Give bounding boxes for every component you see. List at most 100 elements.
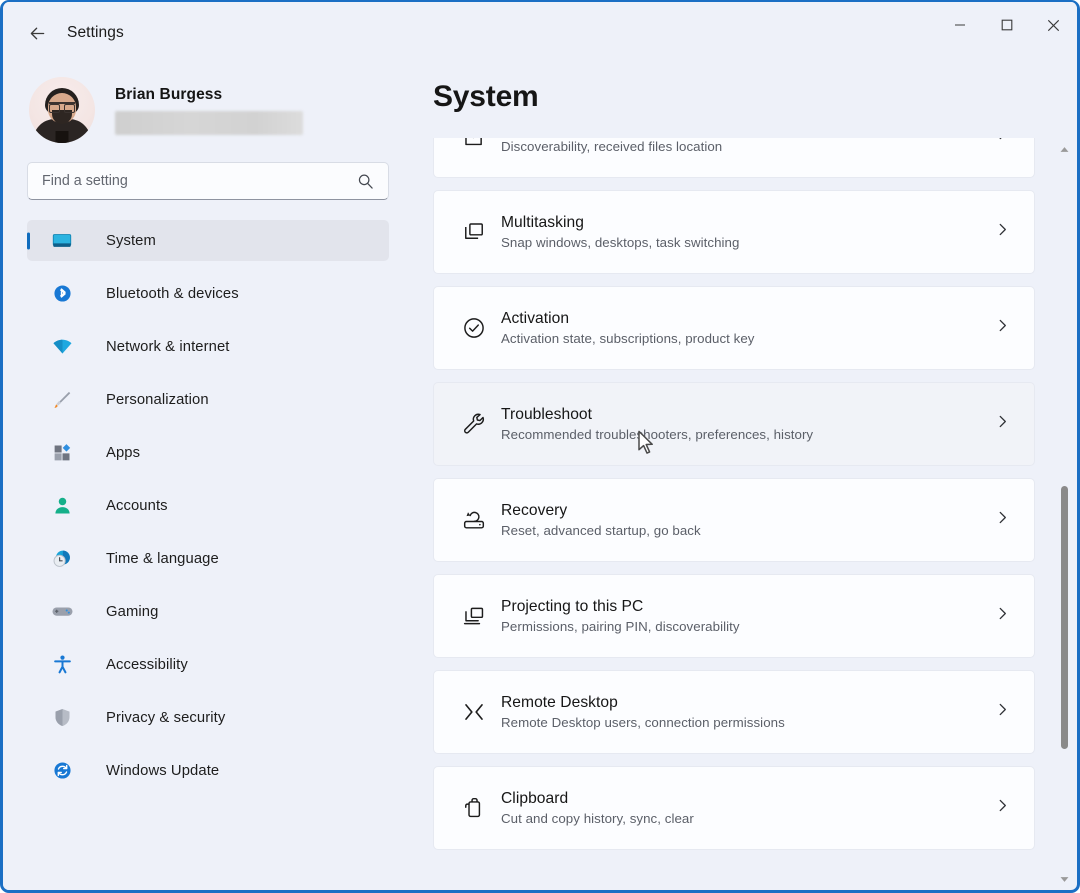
project-screen-icon — [461, 603, 495, 629]
accessibility-icon — [50, 654, 74, 675]
sidebar-item-label: Accounts — [106, 497, 168, 514]
sidebar-item-bluetooth-devices[interactable]: Bluetooth & devices — [27, 273, 389, 314]
sidebar-item-label: System — [106, 232, 156, 249]
chevron-right-icon — [995, 510, 1010, 530]
chevron-right-icon — [995, 702, 1010, 722]
sidebar-item-label: Network & internet — [106, 338, 230, 355]
arrow-left-icon — [30, 27, 44, 39]
remote-desktop-icon — [461, 699, 495, 725]
card-title: Clipboard — [501, 790, 569, 807]
card-description: Snap windows, desktops, task switching — [501, 235, 740, 250]
recovery-drive-icon — [461, 507, 495, 533]
page-title: System — [433, 80, 539, 113]
card-title: Projecting to this PC — [501, 598, 644, 615]
shield-icon — [50, 707, 74, 728]
chevron-right-icon — [995, 318, 1010, 338]
chevron-right-icon — [995, 138, 1010, 146]
check-circle-icon — [461, 315, 495, 341]
title-bar: Settings — [3, 2, 1077, 64]
settings-card-nearby-sharing[interactable]: Nearby sharing Discoverability, received… — [433, 138, 1035, 178]
scrollbar-track[interactable] — [1056, 158, 1073, 870]
scroll-up-button[interactable] — [1060, 140, 1069, 158]
sidebar-item-label: Gaming — [106, 603, 159, 620]
search-box[interactable] — [27, 162, 389, 200]
caret-up-icon — [1060, 146, 1069, 152]
scrollbar-thumb[interactable] — [1061, 485, 1068, 749]
sidebar-item-label: Accessibility — [106, 656, 188, 673]
back-button[interactable] — [17, 13, 57, 53]
card-description: Reset, advanced startup, go back — [501, 523, 701, 538]
settings-card-clipboard[interactable]: Clipboard Cut and copy history, sync, cl… — [433, 766, 1035, 850]
profile-email-redacted — [115, 110, 303, 135]
profile-section[interactable]: Brian Burgess — [27, 64, 389, 156]
sidebar-nav: System Bluetooth & devices Network & int… — [27, 220, 389, 791]
person-icon — [50, 495, 74, 516]
paintbrush-icon — [50, 389, 74, 411]
settings-card-activation[interactable]: Activation Activation state, subscriptio… — [433, 286, 1035, 370]
avatar — [29, 77, 95, 143]
chevron-right-icon — [995, 414, 1010, 434]
settings-list: Nearby sharing Discoverability, received… — [433, 138, 1035, 862]
sidebar-item-network-internet[interactable]: Network & internet — [27, 326, 389, 367]
settings-card-projecting-to-this-pc[interactable]: Projecting to this PC Permissions, pairi… — [433, 574, 1035, 658]
sidebar-item-accessibility[interactable]: Accessibility — [27, 644, 389, 685]
card-description: Discoverability, received files location — [501, 139, 723, 154]
window-title: Settings — [67, 24, 124, 41]
chevron-right-icon — [995, 798, 1010, 818]
search-icon — [357, 173, 374, 190]
card-title: Troubleshoot — [501, 406, 593, 423]
caret-down-icon — [1060, 876, 1069, 882]
sidebar-item-personalization[interactable]: Personalization — [27, 379, 389, 420]
sidebar-item-label: Apps — [106, 444, 141, 461]
sidebar-item-windows-update[interactable]: Windows Update — [27, 750, 389, 791]
gamepad-icon — [50, 600, 74, 623]
card-title: Recovery — [501, 502, 568, 519]
clipboard-icon — [461, 795, 495, 821]
sidebar-item-label: Personalization — [106, 391, 209, 408]
settings-window: Settings Brian Burgess Find a setting Sy… — [0, 0, 1080, 893]
card-title: Activation — [501, 310, 570, 327]
chevron-right-icon — [995, 222, 1010, 242]
clock-globe-icon — [50, 548, 74, 570]
card-title: Remote Desktop — [501, 694, 618, 711]
bluetooth-icon — [50, 283, 74, 304]
apps-icon — [50, 442, 74, 463]
settings-card-remote-desktop[interactable]: Remote Desktop Remote Desktop users, con… — [433, 670, 1035, 754]
scrollbar[interactable] — [1056, 140, 1073, 888]
sidebar-item-privacy-security[interactable]: Privacy & security — [27, 697, 389, 738]
close-icon — [1047, 19, 1060, 31]
sidebar-item-accounts[interactable]: Accounts — [27, 485, 389, 526]
settings-card-multitasking[interactable]: Multitasking Snap windows, desktops, tas… — [433, 190, 1035, 274]
settings-card-troubleshoot[interactable]: Troubleshoot Recommended troubleshooters… — [433, 382, 1035, 466]
sidebar: Brian Burgess Find a setting System Blue… — [3, 64, 413, 890]
sidebar-item-label: Windows Update — [106, 762, 220, 779]
main-content: System Nearby sharing Discoverability, r… — [413, 64, 1077, 890]
settings-card-recovery[interactable]: Recovery Reset, advanced startup, go bac… — [433, 478, 1035, 562]
sidebar-item-label: Bluetooth & devices — [106, 285, 239, 302]
windows-stack-icon — [461, 219, 495, 245]
close-button[interactable] — [1030, 2, 1077, 48]
sidebar-item-time-language[interactable]: Time & language — [27, 538, 389, 579]
card-description: Recommended troubleshooters, preferences… — [501, 427, 814, 442]
card-description: Cut and copy history, sync, clear — [501, 811, 694, 826]
wrench-icon — [461, 411, 495, 437]
card-title: Multitasking — [501, 214, 584, 231]
settings-list-viewport: Nearby sharing Discoverability, received… — [413, 138, 1077, 890]
card-description: Remote Desktop users, connection permiss… — [501, 715, 785, 730]
sidebar-item-gaming[interactable]: Gaming — [27, 591, 389, 632]
sidebar-item-system[interactable]: System — [27, 220, 389, 261]
sidebar-item-apps[interactable]: Apps — [27, 432, 389, 473]
profile-name: Brian Burgess — [115, 85, 223, 103]
wifi-icon — [50, 335, 74, 358]
sidebar-item-label: Privacy & security — [106, 709, 226, 726]
card-description: Activation state, subscriptions, product… — [501, 331, 755, 346]
scroll-down-button[interactable] — [1060, 870, 1069, 888]
maximize-button[interactable] — [983, 2, 1030, 48]
search-input[interactable] — [28, 173, 357, 189]
share-icon — [461, 138, 495, 149]
minimize-button[interactable] — [936, 2, 983, 48]
window-controls — [936, 2, 1077, 64]
chevron-right-icon — [995, 606, 1010, 626]
update-icon — [50, 760, 74, 781]
maximize-icon — [1001, 19, 1012, 31]
